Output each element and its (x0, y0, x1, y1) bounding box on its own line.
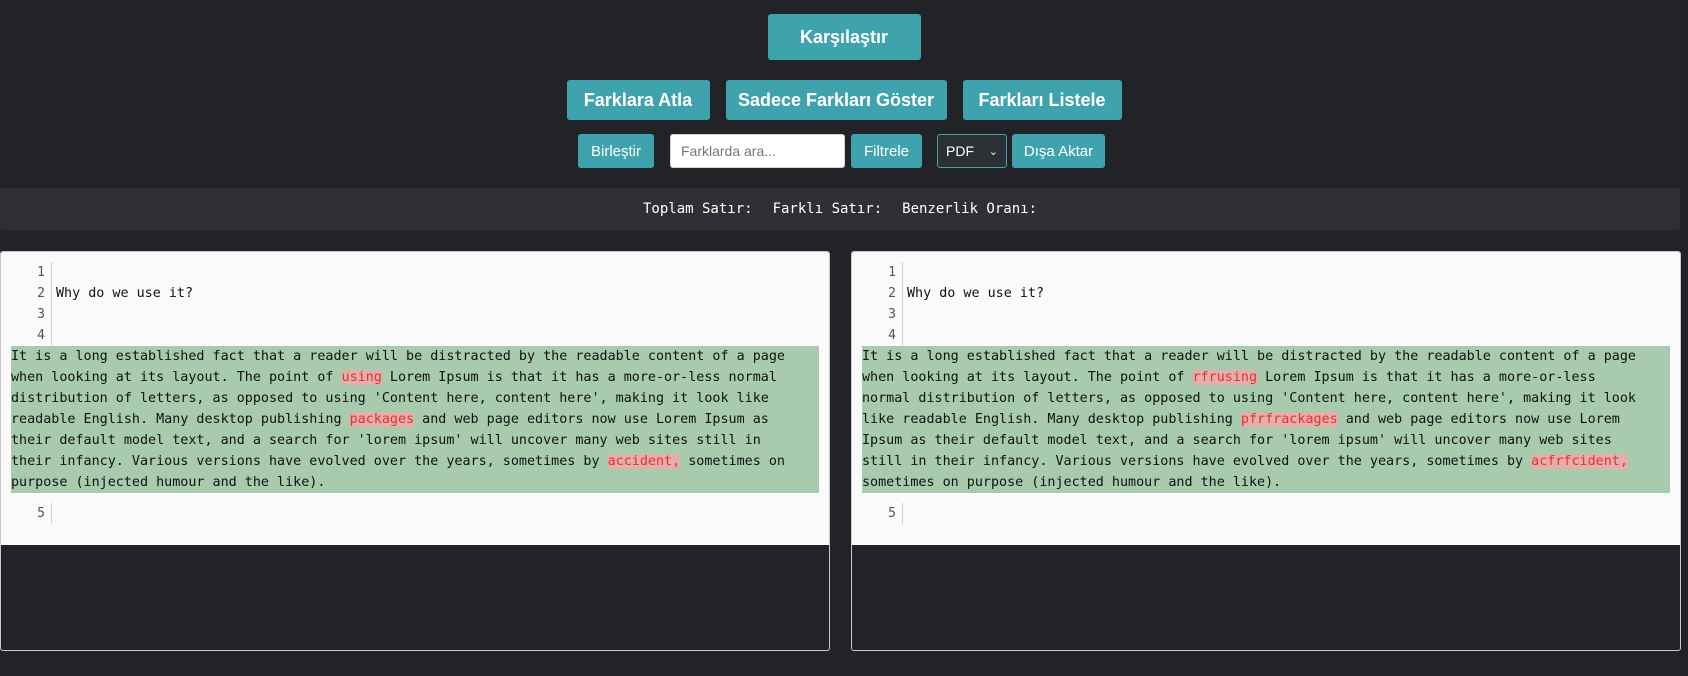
diff-text: when looking at its layout. The point of (11, 370, 342, 385)
left-editor-panel[interactable]: 1 2 Why do we use it? 3 4 It is a long es… (0, 251, 830, 651)
diff-line: distribution of letters, as opposed to u… (11, 388, 819, 409)
line-number: 2 (852, 283, 903, 304)
line-number: 1 (1, 262, 52, 283)
line-text: Why do we use it? (56, 286, 194, 301)
changed-word: packages (349, 412, 415, 427)
diff-text: It is a long established fact that a rea… (11, 349, 785, 364)
diff-text: Ipsum as their default model text, and a… (862, 433, 1612, 448)
changed-word: pfrfrackages (1240, 412, 1338, 427)
diff-search-input[interactable] (670, 134, 845, 168)
editor-line: 4 (1, 325, 829, 346)
diff-text: still in their infancy. Various versions… (862, 454, 1532, 469)
diff-text: normal distribution of letters, as oppos… (862, 391, 1636, 406)
diff-text: their infancy. Various versions have evo… (11, 454, 608, 469)
diff-text: and web page editors now use Lorem (1337, 412, 1620, 427)
line-number: 5 (852, 503, 903, 524)
changed-word: acfrfcident, (1531, 454, 1628, 469)
similarity-label: Benzerlik Oranı: (902, 201, 1037, 217)
line-number: 3 (852, 304, 903, 325)
right-editor[interactable]: 1 2 Why do we use it? 3 4 It is a long es… (852, 252, 1680, 545)
editor-line: 5 (1, 503, 829, 524)
editor-line: 5 (852, 503, 1680, 524)
editor-line: 3 (852, 304, 1680, 325)
diff-text: readable English. Many desktop publishin… (11, 412, 350, 427)
diff-line: normal distribution of letters, as oppos… (862, 388, 1670, 409)
jump-to-diffs-button[interactable]: Farklara Atla (566, 80, 710, 120)
line-number: 2 (1, 283, 52, 304)
diff-text: Lorem Ipsum is that it has a more-or-les… (1257, 370, 1596, 385)
diff-line: when looking at its layout. The point of… (11, 367, 819, 388)
stats-bar: Toplam Satır: Farklı Satır: Benzerlik Or… (0, 188, 1680, 230)
diff-line: still in their infancy. Various versions… (862, 451, 1670, 472)
list-diffs-button[interactable]: Farkları Listele (962, 80, 1122, 120)
diff-actions-row: Farklara Atla Sadece Farkları Göster Far… (0, 80, 1688, 120)
diff-lines-label: Farklı Satır: (772, 201, 883, 217)
diff-line: sometimes on purpose (injected humour an… (862, 472, 1670, 493)
diff-line: their infancy. Various versions have evo… (11, 451, 819, 472)
diff-line: It is a long established fact that a rea… (11, 346, 819, 367)
diff-line: Ipsum as their default model text, and a… (862, 430, 1670, 451)
editor-line: 1 (852, 262, 1680, 283)
editor-line: 2 Why do we use it? (1, 283, 829, 304)
diff-text: distribution of letters, as opposed to u… (11, 391, 769, 406)
diff-line: purpose (injected humour and the like). (11, 472, 819, 493)
merge-button[interactable]: Birleştir (578, 134, 654, 168)
chevron-down-icon: ⌄ (988, 145, 998, 158)
diff-text: and web page editors now use Lorem Ipsum… (414, 412, 769, 427)
export-format-value: PDF (946, 143, 974, 159)
diff-text: sometimes on purpose (injected humour an… (862, 475, 1282, 490)
diff-text: Lorem Ipsum is that it has a more-or-les… (381, 370, 777, 385)
diff-block: It is a long established fact that a rea… (11, 346, 819, 493)
diff-text: sometimes on (680, 454, 785, 469)
show-only-diffs-button[interactable]: Sadece Farkları Göster (725, 80, 947, 120)
compare-button[interactable]: Karşılaştır (767, 14, 921, 60)
diff-line: It is a long established fact that a rea… (862, 346, 1670, 367)
line-number: 4 (852, 325, 903, 346)
line-number: 1 (852, 262, 903, 283)
diff-line: readable English. Many desktop publishin… (11, 409, 819, 430)
diff-line: their default model text, and a search f… (11, 430, 819, 451)
tools-row: Birleştir Filtrele PDF ⌄ Dışa Aktar (578, 134, 1105, 168)
export-format-select[interactable]: PDF ⌄ (937, 134, 1007, 168)
diff-text: like readable English. Many desktop publ… (862, 412, 1241, 427)
line-number: 5 (1, 503, 52, 524)
changed-word: using (341, 370, 382, 385)
diff-text: It is a long established fact that a rea… (862, 349, 1636, 364)
changed-word: rfrusing (1192, 370, 1258, 385)
line-number: 4 (1, 325, 52, 346)
diff-text: purpose (injected humour and the like). (11, 475, 326, 490)
diff-block: It is a long established fact that a rea… (862, 346, 1670, 493)
diff-line: when looking at its layout. The point of… (862, 367, 1670, 388)
editor-line: 4 (852, 325, 1680, 346)
changed-word: accident, (607, 454, 681, 469)
export-button[interactable]: Dışa Aktar (1012, 134, 1105, 168)
total-lines-label: Toplam Satır: (642, 201, 753, 217)
diff-text: when looking at its layout. The point of (862, 370, 1193, 385)
diff-text: their default model text, and a search f… (11, 433, 761, 448)
editor-line: 3 (1, 304, 829, 325)
left-editor[interactable]: 1 2 Why do we use it? 3 4 It is a long es… (1, 252, 829, 545)
editor-line: 2 Why do we use it? (852, 283, 1680, 304)
line-text: Why do we use it? (907, 286, 1045, 301)
line-number: 3 (1, 304, 52, 325)
compare-row: Karşılaştır (0, 14, 1688, 60)
filter-button[interactable]: Filtrele (851, 134, 922, 168)
editor-line: 1 (1, 262, 829, 283)
diff-line: like readable English. Many desktop publ… (862, 409, 1670, 430)
right-editor-panel[interactable]: 1 2 Why do we use it? 3 4 It is a long es… (851, 251, 1681, 651)
